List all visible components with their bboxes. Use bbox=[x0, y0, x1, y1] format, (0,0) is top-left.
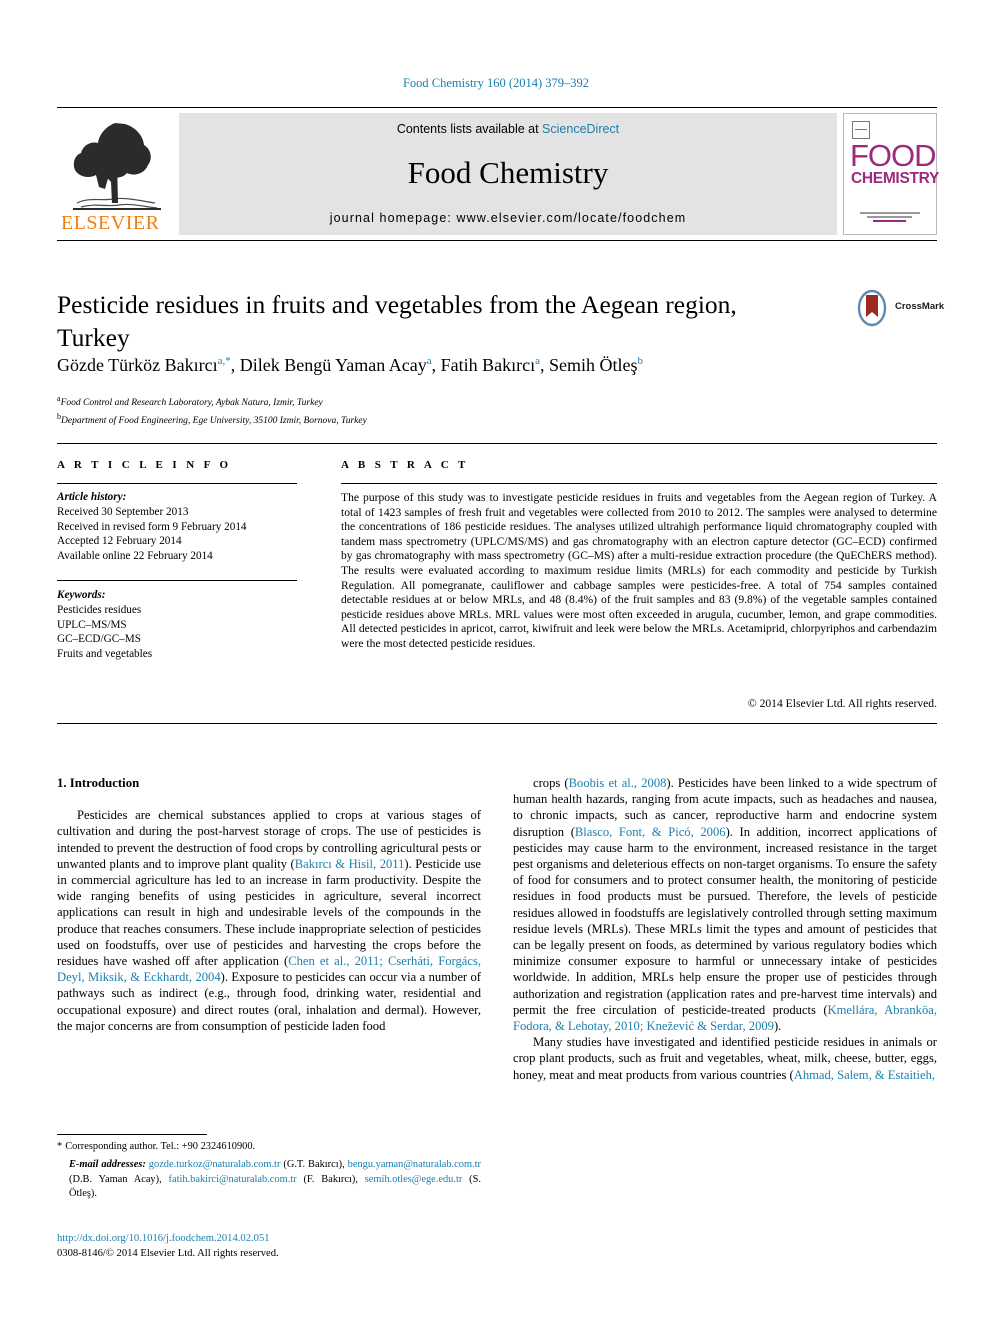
author-list: Gözde Türköz Bakırcıa,*, Dilek Bengü Yam… bbox=[57, 355, 644, 375]
para-right-1-a: crops ( bbox=[533, 776, 569, 790]
footnote-emails: E-mail addresses: gozde.turkoz@naturalab… bbox=[69, 1159, 481, 1200]
info-top-rule bbox=[57, 443, 937, 444]
paper-page: Food Chemistry 160 (2014) 379–392 ELSEVI… bbox=[0, 0, 992, 1323]
crossmark-badge[interactable]: CrossMark bbox=[855, 288, 945, 328]
contents-prefix: Contents lists available at bbox=[396, 122, 543, 136]
section-heading-introduction: 1. Introduction bbox=[57, 776, 140, 790]
paragraph-right-2: Many studies have investigated and ident… bbox=[513, 1034, 937, 1083]
email-person-2: (F. Bakırcı) bbox=[303, 1173, 356, 1185]
journal-band: Contents lists available at ScienceDirec… bbox=[179, 113, 837, 235]
cover-footer-lines bbox=[860, 212, 920, 224]
keyword-1: UPLC–MS/MS bbox=[57, 618, 127, 631]
article-history-label: Article history: bbox=[57, 491, 127, 503]
sciencedirect-link[interactable]: ScienceDirect bbox=[542, 122, 619, 136]
article-history-line-2: Accepted 12 February 2014 bbox=[57, 535, 182, 548]
article-info-heading: A R T I C L E I N F O bbox=[57, 459, 232, 471]
contents-available-line: Contents lists available at ScienceDirec… bbox=[179, 122, 837, 136]
keywords-block: Keywords: Pesticides residues UPLC–MS/MS… bbox=[57, 588, 307, 662]
elsevier-tree-icon bbox=[73, 123, 161, 210]
paragraph-right-1: crops (Boobis et al., 2008). Pesticides … bbox=[513, 775, 937, 1034]
author-3-mark: b bbox=[637, 355, 644, 367]
keywords-rule bbox=[57, 580, 297, 581]
para-right-1-c: ). In addition, incorrect applications o… bbox=[513, 824, 937, 1017]
email-link-3[interactable]: semih.otles@ege.edu.tr bbox=[365, 1174, 463, 1185]
doi-link[interactable]: http://dx.doi.org/10.1016/j.foodchem.201… bbox=[57, 1233, 270, 1244]
article-history-line-0: Received 30 September 2013 bbox=[57, 505, 189, 518]
author-0: Gözde Türköz Bakırcıa,* bbox=[57, 355, 231, 375]
footnote-block: * Corresponding author. Tel.: +90 2324610… bbox=[57, 1140, 481, 1206]
citation-boobis[interactable]: Boobis et al., 2008 bbox=[569, 776, 667, 790]
author-2-mark: a bbox=[535, 355, 541, 367]
running-head: Food Chemistry 160 (2014) 379–392 bbox=[402, 76, 590, 90]
email-link-0[interactable]: gozde.turkoz@naturalab.com.tr bbox=[149, 1159, 281, 1170]
footnote-rule bbox=[57, 1134, 207, 1135]
citation-ahmad-salem[interactable]: Ahmad, Salem, & Estaitieh, bbox=[794, 1068, 935, 1082]
crossmark-icon bbox=[857, 289, 887, 327]
keyword-0: Pesticides residues bbox=[57, 603, 142, 616]
email-addresses-label: E-mail addresses: bbox=[69, 1159, 146, 1171]
citation-bakirci-hisil[interactable]: Bakırcı & Hisil, 2011 bbox=[295, 857, 405, 871]
abstract-heading: A B S T R A C T bbox=[341, 459, 469, 471]
asterisk-icon: * bbox=[57, 1141, 63, 1152]
affiliation-b: bDepartment of Food Engineering, Ege Uni… bbox=[57, 410, 917, 428]
abstract-text: The purpose of this study was to investi… bbox=[341, 491, 937, 650]
article-history: Article history: Received 30 September 2… bbox=[57, 490, 307, 564]
corresponding-author-text: Corresponding author. Tel.: +90 23246109… bbox=[65, 1141, 256, 1152]
email-person-1: (D.B. Yaman Acay) bbox=[69, 1173, 160, 1185]
keywords-label: Keywords: bbox=[57, 589, 106, 601]
citation-blasco-font-pico[interactable]: Blasco, Font, & Picó, 2006 bbox=[575, 825, 726, 839]
abstract-rule bbox=[341, 483, 937, 484]
email-person-0: (G.T. Bakırcı) bbox=[283, 1159, 343, 1171]
elsevier-wordmark: ELSEVIER bbox=[61, 212, 160, 234]
doi-and-issn-block: http://dx.doi.org/10.1016/j.foodchem.201… bbox=[57, 1232, 517, 1261]
author-1: Dilek Bengü Yaman Acaya bbox=[239, 355, 432, 375]
email-link-1[interactable]: bengu.yaman@naturalab.com.tr bbox=[348, 1159, 481, 1170]
author-2: Fatih Bakırcıa bbox=[440, 355, 541, 375]
affiliation-a-text: Food Control and Research Laboratory, Ay… bbox=[60, 398, 323, 409]
body-column-left: 1. Introduction Pesticides are chemical … bbox=[57, 775, 481, 1034]
affiliation-a: aFood Control and Research Laboratory, A… bbox=[57, 392, 917, 410]
cover-publisher-icon bbox=[852, 121, 870, 139]
author-1-mark: a bbox=[426, 355, 432, 367]
journal-title: Food Chemistry bbox=[407, 155, 609, 190]
para-right-1-d: ). bbox=[773, 1019, 782, 1034]
cover-title-food: FOOD bbox=[850, 138, 937, 173]
affiliation-b-text: Department of Food Engineering, Ege Univ… bbox=[61, 416, 367, 427]
body-column-right: crops (Boobis et al., 2008). Pesticides … bbox=[513, 775, 937, 1083]
journal-cover-thumbnail: FOOD CHEMISTRY bbox=[843, 113, 940, 235]
cover-title-chemistry: CHEMISTRY bbox=[851, 170, 940, 187]
crossmark-label: CrossMark bbox=[895, 301, 945, 312]
abstract-bottom-rule bbox=[57, 723, 937, 724]
journal-masthead: ELSEVIER Contents lists available at Sci… bbox=[57, 107, 940, 235]
article-history-line-1: Received in revised form 9 February 2014 bbox=[57, 520, 247, 533]
copyright-line: © 2014 Elsevier Ltd. All rights reserved… bbox=[747, 697, 937, 710]
masthead-bottom-rule bbox=[57, 240, 937, 241]
journal-homepage[interactable]: journal homepage: www.elsevier.com/locat… bbox=[179, 211, 837, 225]
issn-copyright-line: 0308-8146/© 2014 Elsevier Ltd. All right… bbox=[57, 1247, 279, 1259]
elsevier-logo: ELSEVIER bbox=[57, 113, 175, 235]
footnote-corresponding-author: * Corresponding author. Tel.: +90 2324610… bbox=[57, 1140, 481, 1154]
paragraph-left-1: Pesticides are chemical substances appli… bbox=[57, 807, 481, 1034]
article-history-line-3: Available online 22 February 2014 bbox=[57, 550, 213, 563]
author-0-mark: a,* bbox=[217, 355, 231, 367]
para-left-1-b: ). Pesticide use in commercial agricultu… bbox=[57, 856, 481, 969]
article-info-rule bbox=[57, 483, 297, 484]
page-title: Pesticide residues in fruits and vegetab… bbox=[57, 290, 737, 352]
keyword-3: Fruits and vegetables bbox=[57, 648, 153, 661]
author-3: Semih Ötleşb bbox=[549, 355, 644, 375]
keyword-2: GC–ECD/GC–MS bbox=[57, 633, 141, 646]
email-link-2[interactable]: fatih.bakirci@naturalab.com.tr bbox=[169, 1174, 297, 1185]
affiliation-list: aFood Control and Research Laboratory, A… bbox=[57, 392, 917, 428]
